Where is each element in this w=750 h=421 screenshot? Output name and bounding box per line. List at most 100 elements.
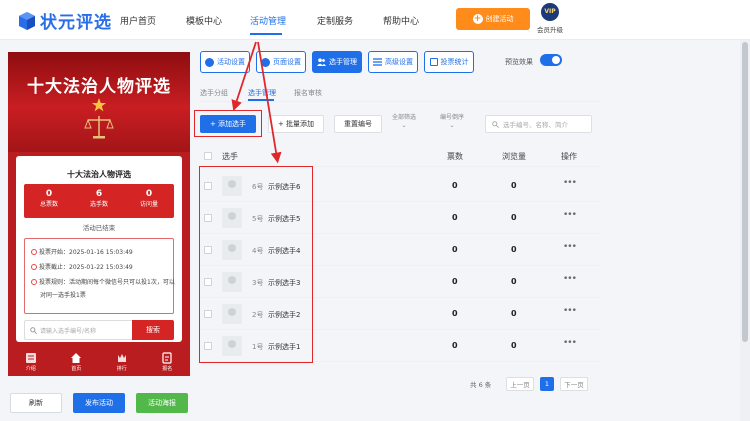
player-views: 0 [511, 309, 517, 318]
nav-templates[interactable]: 模板中心 [186, 14, 222, 27]
vote-rule-text: 投票规则：活动期间每个微信号只可以投1次，可以 [39, 279, 175, 286]
tab-rank[interactable]: 排行 [99, 350, 145, 376]
stat-label: 选手数 [89, 201, 108, 208]
pagination-prev[interactable]: 上一页 [506, 377, 534, 391]
mobile-preview: 十大法治人物评选 十大法治人物评选 0 总票数 6 选手数 0 访问量 活动已结… [8, 52, 190, 376]
activity-poster-button[interactable]: 活动海报 [136, 393, 188, 413]
preview-search-input[interactable]: 请输入选手编号/名称 [24, 320, 148, 340]
sort-select[interactable]: 编号倒序 ⌄ [432, 114, 472, 130]
search-icon [30, 326, 37, 334]
subtab-divider [200, 101, 600, 102]
more-actions-icon[interactable]: ••• [563, 242, 577, 252]
more-actions-icon[interactable]: ••• [563, 306, 577, 316]
chevron-down-icon: ⌄ [401, 122, 407, 129]
refresh-button[interactable]: 刷新 [10, 393, 62, 413]
player-views: 0 [511, 245, 517, 254]
tab-intro-label: 介绍 [25, 366, 36, 372]
nav-help-center[interactable]: 帮助中心 [383, 14, 419, 27]
activity-info-card: 十大法治人物评选 0 总票数 6 选手数 0 访问量 活动已结束 投票开始：20… [16, 156, 182, 342]
plus-icon: + [472, 14, 483, 24]
pagination-page-1[interactable]: 1 [540, 377, 554, 391]
tool-advanced-settings[interactable]: 高级设置 [368, 51, 418, 73]
publish-activity-button[interactable]: 发布活动 [73, 393, 125, 413]
more-actions-icon[interactable]: ••• [563, 210, 577, 220]
create-activity-label: 创建活动 [485, 15, 514, 23]
chevron-down-icon: ⌄ [449, 122, 455, 129]
stat-value: 0 [145, 189, 153, 199]
nav-home[interactable]: 用户首页 [120, 14, 156, 27]
more-actions-icon[interactable]: ••• [563, 274, 577, 284]
search-icon [492, 120, 499, 128]
preview-toggle[interactable] [540, 54, 562, 66]
preview-search-bar: 请输入选手编号/名称 搜索 [24, 320, 174, 340]
preview-effect-label: 预览效果 [505, 58, 533, 66]
tool-vote-stats[interactable]: 投票统计 [424, 51, 474, 73]
player-views: 0 [511, 277, 517, 286]
activity-status: 活动已结束 [82, 224, 116, 232]
more-actions-icon[interactable]: ••• [563, 178, 577, 188]
pagination-next[interactable]: 下一页 [560, 377, 588, 391]
banner-title: 十大法治人物评选 [27, 77, 171, 97]
vote-rule-row: 投票规则：活动期间每个微信号只可以投1次，可以 [31, 278, 175, 287]
tab-home-label: 首页 [71, 366, 82, 372]
batch-add-button[interactable]: + 批量添加 [268, 115, 324, 133]
stat-label: 访问量 [139, 201, 158, 208]
tool-page-settings[interactable]: 页面设置 [256, 51, 306, 73]
vote-info-box: 投票开始：2025-01-16 15:03:49 投票截止：2025-01-22… [24, 238, 175, 314]
vip-upgrade[interactable]: VIP 会员升级 [527, 3, 573, 34]
subtab-player-management[interactable]: 选手管理 [248, 88, 276, 98]
create-activity-button[interactable]: + 创建活动 [456, 8, 530, 30]
player-votes: 0 [452, 341, 458, 350]
more-actions-icon[interactable]: ••• [563, 338, 577, 348]
tab-intro[interactable]: 介绍 [8, 350, 54, 376]
logo-text: 状元评选 [40, 13, 112, 33]
vip-badge-icon: VIP [541, 3, 559, 21]
player-views: 0 [511, 181, 517, 190]
tool-label: 投票统计 [440, 58, 469, 66]
stats-bar: 0 总票数 6 选手数 0 访问量 [24, 184, 174, 218]
nav-activity-management[interactable]: 活动管理 [250, 14, 286, 27]
clock-icon [31, 249, 37, 255]
users-icon [317, 58, 326, 66]
tool-label: 活动设置 [217, 58, 245, 66]
reset-number-button[interactable]: 重置编号 [334, 115, 382, 133]
subtab-signup-review[interactable]: 报名审核 [294, 88, 322, 98]
stat-visits: 0 访问量 [124, 184, 174, 218]
preview-banner: 十大法治人物评选 [8, 52, 190, 152]
top-navbar: 状元评选 用户首页 模板中心 活动管理 定制服务 帮助中心 + 创建活动 VIP… [0, 0, 750, 40]
page-settings-icon [261, 57, 270, 67]
tab-home[interactable]: 首页 [54, 350, 100, 376]
preview-search-placeholder: 请输入选手编号/名称 [40, 327, 97, 335]
column-player: 选手 [222, 152, 238, 161]
tab-signup-label: 报名 [162, 366, 173, 372]
vote-start-row: 投票开始：2025-01-16 15:03:49 [31, 248, 133, 257]
vote-rule-row-2: 对同一选手投1票 [40, 292, 86, 299]
select-all-checkbox[interactable] [204, 152, 212, 160]
column-votes: 票数 [447, 152, 463, 161]
stat-total-votes: 0 总票数 [24, 184, 74, 218]
subtab-player-groups[interactable]: 选手分组 [200, 88, 228, 98]
highlight-box-rows [199, 166, 313, 363]
logo[interactable]: 状元评选 [18, 8, 112, 33]
filter-select[interactable]: 全部筛选 ⌄ [387, 114, 421, 130]
nav-custom-service[interactable]: 定制服务 [317, 14, 353, 27]
home-icon [71, 353, 82, 363]
player-votes: 0 [452, 181, 458, 190]
intro-icon [25, 353, 36, 363]
stat-player-count: 6 选手数 [74, 184, 124, 218]
pagination-total: 共 6 条 [470, 381, 492, 389]
clock-icon [31, 264, 37, 270]
advanced-icon [373, 58, 382, 66]
tool-activity-settings[interactable]: 活动设置 [200, 51, 250, 73]
sort-label: 编号倒序 [439, 114, 464, 121]
tool-player-management[interactable]: 选手管理 [312, 51, 362, 73]
player-votes: 0 [452, 213, 458, 222]
logo-cube-icon [19, 11, 35, 30]
tab-signup[interactable]: 报名 [145, 350, 191, 376]
table-header: 选手 票数 浏览量 操作 [200, 145, 600, 167]
preview-search-button[interactable]: 搜索 [132, 320, 174, 340]
clock-icon [31, 279, 37, 285]
scrollbar-thumb[interactable] [742, 42, 748, 342]
player-search-input[interactable]: 选手编号、名称、简介 [485, 115, 592, 133]
toggle-knob [552, 56, 560, 64]
